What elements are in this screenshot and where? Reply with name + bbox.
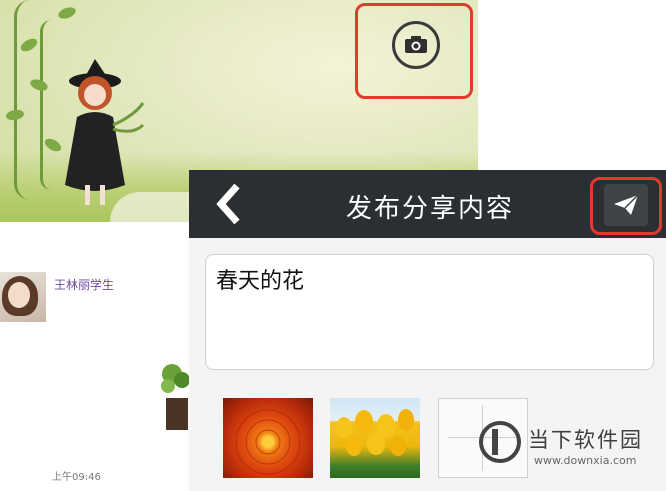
leaf-decoration [56, 5, 78, 21]
potted-plant-image [161, 364, 190, 430]
post-text-input[interactable]: 春天的花 [205, 254, 654, 370]
red-flower-image [235, 409, 301, 475]
avatar[interactable] [0, 272, 46, 322]
chevron-left-icon [216, 184, 240, 224]
camera-button[interactable] [392, 21, 440, 69]
watermark-logo-icon [479, 421, 521, 463]
back-button[interactable] [213, 182, 243, 226]
camera-icon [405, 36, 427, 53]
page-title: 发布分享内容 [345, 194, 514, 224]
watermark-url: www.downxia.com [534, 454, 637, 467]
girl-illustration [65, 59, 145, 205]
yellow-tulips-image [336, 409, 414, 456]
photo-thumbnail-red-flower[interactable] [223, 398, 313, 478]
watermark-text: 当下软件园 [528, 428, 643, 452]
paper-plane-icon [614, 194, 639, 215]
photo-thumbnail-yellow-tulips[interactable] [330, 398, 420, 478]
avatar-face [8, 282, 30, 308]
feed-spacer [0, 222, 190, 262]
send-button[interactable] [604, 184, 648, 226]
post-timestamp: 上午09:46 [52, 472, 101, 483]
feed-username[interactable]: 王林丽学生 [54, 276, 114, 293]
